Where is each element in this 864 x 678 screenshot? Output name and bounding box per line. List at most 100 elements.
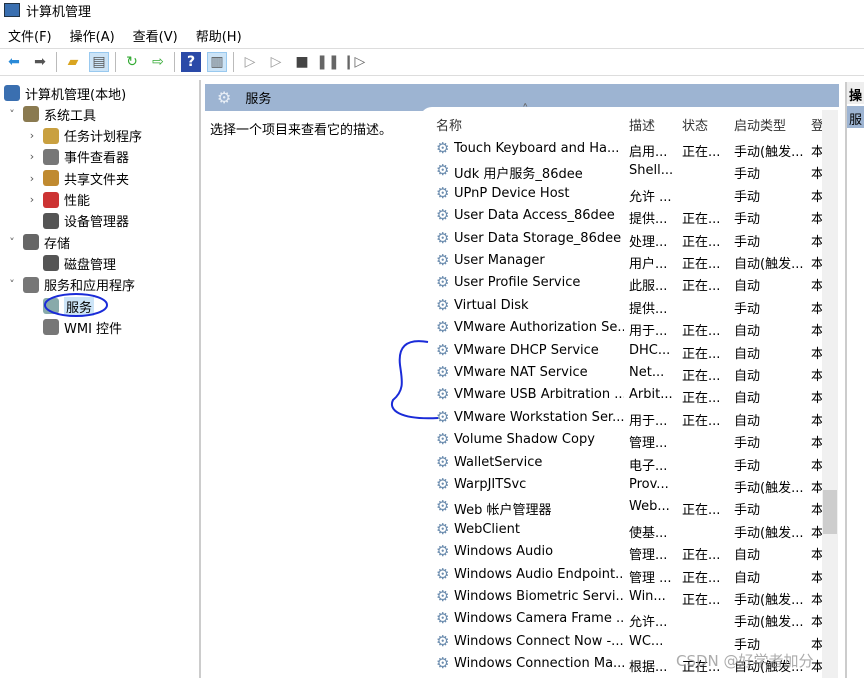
column-startup-type[interactable]: 启动类型 bbox=[734, 115, 786, 137]
service-description: 允许... bbox=[629, 615, 668, 631]
actions-title: 操 bbox=[847, 82, 864, 104]
service-startup-type: 手动 bbox=[734, 503, 761, 519]
service-row[interactable]: ⚙ User Data Access_86dee 提供... 正在... 手动本 bbox=[420, 205, 825, 227]
service-startup-type: 手动(触发... bbox=[734, 615, 804, 631]
service-description: 管理... bbox=[629, 548, 668, 564]
service-description: 启用... bbox=[629, 145, 668, 160]
service-row[interactable]: ⚙ Windows Camera Frame ... 允许... 手动(触发... 本 bbox=[420, 608, 825, 630]
service-name: Windows Biometric Servi... bbox=[454, 589, 624, 604]
menu-file[interactable]: 文件(F) bbox=[8, 26, 52, 45]
service-row[interactable]: ⚙ UPnP Device Host 允许 ... 手动本 bbox=[420, 183, 825, 205]
actions-item[interactable]: 服 bbox=[847, 106, 864, 128]
column-description[interactable]: 描述 bbox=[629, 115, 655, 137]
service-row[interactable]: ⚙ Udk 用户服务_86dee Shell... 手动本 bbox=[420, 160, 825, 182]
service-startup-type: 手动(触发... bbox=[734, 593, 804, 608]
tree-item[interactable]: 计算机管理(本地) bbox=[4, 83, 126, 103]
service-description: 此服... bbox=[629, 279, 668, 295]
chevron-icon[interactable]: › bbox=[26, 193, 38, 206]
back-icon[interactable]: ⬅ bbox=[4, 52, 24, 72]
service-name: WebClient bbox=[454, 521, 520, 537]
tree-item[interactable]: ˅ 系统工具 bbox=[6, 104, 96, 124]
chevron-icon[interactable]: › bbox=[26, 150, 38, 163]
tree-item[interactable]: 设备管理器 bbox=[26, 211, 129, 231]
menu-help[interactable]: 帮助(H) bbox=[196, 26, 242, 45]
service-row[interactable]: ⚙ Windows Audio 管理... 正在... 自动本 bbox=[420, 541, 825, 563]
tree-node-icon bbox=[43, 255, 59, 272]
restart-icon[interactable]: ❙▷ bbox=[343, 52, 366, 72]
help-icon[interactable]: ? bbox=[181, 52, 201, 72]
service-status: 正在... bbox=[682, 234, 721, 250]
service-gear-icon: ⚙ bbox=[436, 631, 450, 650]
tree-item[interactable]: ˅ 存储 bbox=[6, 232, 70, 252]
service-startup-type: 手动 bbox=[734, 436, 761, 452]
service-gear-icon: ⚙ bbox=[436, 318, 450, 337]
service-row[interactable]: ⚙ WalletService 电子... 手动本 bbox=[420, 452, 825, 474]
divider bbox=[115, 52, 116, 72]
tree-item[interactable]: › 性能 bbox=[26, 190, 90, 210]
tree-item-label: 系统工具 bbox=[44, 108, 97, 124]
service-row[interactable]: ⚙ Touch Keyboard and Ha... 启用... 正在... 手动(触发… bbox=[420, 138, 825, 160]
tree-item-label: 服务 bbox=[64, 296, 95, 316]
show-hide-tree-icon[interactable]: ▤ bbox=[89, 52, 109, 72]
tree-item[interactable]: › 共享文件夹 bbox=[26, 168, 129, 188]
service-name: WarpJITSvc bbox=[454, 477, 527, 492]
service-row[interactable]: ⚙ VMware Workstation Ser... 用于... 正在... 自动本 bbox=[420, 407, 825, 429]
menu-action[interactable]: 操作(A) bbox=[70, 26, 115, 45]
sort-ascending-icon: ˄ bbox=[522, 103, 529, 118]
menu-view[interactable]: 查看(V) bbox=[133, 26, 178, 45]
chevron-icon[interactable]: ˅ bbox=[6, 236, 18, 249]
tree-item[interactable]: › 任务计划程序 bbox=[26, 126, 142, 146]
chevron-icon[interactable]: ˅ bbox=[6, 278, 18, 291]
service-description: Win... bbox=[629, 589, 666, 604]
service-status: 正在... bbox=[682, 413, 721, 429]
service-row[interactable]: ⚙ Virtual Disk 提供... 手动本 bbox=[420, 295, 825, 317]
service-row[interactable]: ⚙ WebClient 使基... 手动(触发... 本 bbox=[420, 519, 825, 541]
service-gear-icon: ⚙ bbox=[436, 295, 450, 314]
chevron-icon[interactable]: › bbox=[26, 129, 38, 142]
service-row[interactable]: ⚙ User Data Storage_86dee 处理... 正在... 手动本 bbox=[420, 228, 825, 250]
tree-item[interactable]: ˅ 服务和应用程序 bbox=[6, 275, 135, 295]
service-status: 正在... bbox=[682, 257, 721, 272]
service-status: 正在... bbox=[682, 145, 721, 160]
column-name[interactable]: 名称 bbox=[436, 115, 462, 137]
pause-icon[interactable]: ❚❚ bbox=[316, 52, 339, 72]
scrollbar[interactable] bbox=[822, 110, 838, 678]
tree-item[interactable]: WMI 控件 bbox=[26, 317, 122, 337]
up-folder-icon[interactable]: ▰ bbox=[63, 52, 83, 72]
tree-item[interactable]: 磁盘管理 bbox=[26, 253, 116, 273]
service-description: 处理... bbox=[629, 234, 668, 250]
service-row[interactable]: ⚙ User Manager 用户... 正在... 自动(触发... 本 bbox=[420, 250, 825, 272]
service-row[interactable]: ⚙ VMware Authorization Se... 用于... 正在... 自动本 bbox=[420, 317, 825, 339]
service-row[interactable]: ⚙ VMware DHCP Service DHC... 正在... 自动本 bbox=[420, 340, 825, 362]
pane-title: 服务 bbox=[245, 92, 272, 107]
tree-item[interactable]: 服务 bbox=[26, 296, 95, 316]
stop-icon[interactable]: ■ bbox=[292, 52, 312, 72]
service-row[interactable]: ⚙ Volume Shadow Copy 管理... 手动本 bbox=[420, 429, 825, 451]
chevron-icon[interactable]: › bbox=[26, 172, 38, 185]
column-status[interactable]: 状态 bbox=[682, 115, 708, 137]
service-status: 正在... bbox=[682, 593, 721, 608]
service-row[interactable]: ⚙ User Profile Service 此服... 正在... 自动本 bbox=[420, 272, 825, 294]
service-row[interactable]: ⚙ Windows Biometric Servi... Win... 正在... 手动… bbox=[420, 586, 825, 608]
service-row[interactable]: ⚙ VMware USB Arbitration ... Arbit... 正在...… bbox=[420, 384, 825, 406]
play-alt-icon[interactable]: ▷ bbox=[266, 52, 286, 72]
refresh-icon[interactable]: ↻ bbox=[122, 52, 142, 72]
service-name: User Data Storage_86dee bbox=[454, 230, 622, 246]
scrollbar-thumb[interactable] bbox=[823, 490, 837, 534]
service-row[interactable]: ⚙ Web 帐户管理器 Web... 正在... 手动本 bbox=[420, 496, 825, 518]
divider bbox=[233, 52, 234, 72]
service-startup-type: 手动 bbox=[734, 458, 761, 474]
play-icon[interactable]: ▷ bbox=[240, 52, 260, 72]
show-action-pane-icon[interactable]: ▥ bbox=[207, 52, 227, 72]
export-icon[interactable]: ⇨ bbox=[148, 52, 168, 72]
service-row[interactable]: ⚙ WarpJITSvc Prov... 手动(触发... 本 bbox=[420, 474, 825, 496]
service-gear-icon: ⚙ bbox=[436, 542, 450, 561]
service-row[interactable]: ⚙ VMware NAT Service Net... 正在... 自动本 bbox=[420, 362, 825, 384]
service-name: Windows Connect Now -... bbox=[454, 633, 624, 649]
tree-item-label: 服务和应用程序 bbox=[44, 279, 136, 295]
service-row[interactable]: ⚙ Windows Audio Endpoint... 管理 ... 正在... 自动本 bbox=[420, 564, 825, 586]
forward-icon[interactable]: ➡ bbox=[30, 52, 50, 72]
chevron-icon[interactable]: ˅ bbox=[6, 108, 18, 121]
tree-item[interactable]: › 事件查看器 bbox=[26, 147, 129, 167]
tree-item-label: 任务计划程序 bbox=[64, 130, 143, 146]
